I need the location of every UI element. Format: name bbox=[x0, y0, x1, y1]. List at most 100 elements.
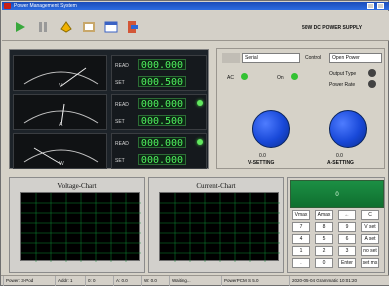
ac-led-indicator bbox=[241, 73, 248, 80]
current-gauge: A bbox=[13, 94, 107, 130]
key-clear[interactable]: C bbox=[361, 210, 379, 220]
key-noset[interactable]: no set bbox=[361, 246, 379, 256]
key-backspace[interactable]: ← bbox=[338, 210, 356, 220]
set-label: SET bbox=[115, 80, 125, 86]
key-0[interactable]: 0 bbox=[315, 258, 333, 268]
key-vset[interactable]: V set bbox=[361, 222, 379, 232]
key-vmax[interactable]: Vmax bbox=[292, 210, 310, 220]
key-aset[interactable]: A set bbox=[361, 234, 379, 244]
power-meter-row: W READ 000.000 SET 000.000 bbox=[13, 133, 207, 169]
voltage-unit-label: V bbox=[59, 83, 63, 89]
key-2[interactable]: 2 bbox=[315, 246, 333, 256]
toolbar: 50W DC POWER SUPPLY bbox=[2, 11, 389, 41]
key-7[interactable]: 7 bbox=[292, 222, 310, 232]
key-1[interactable]: 1 bbox=[292, 246, 310, 256]
read-label: READ bbox=[115, 102, 129, 108]
ac-led-label: AC bbox=[227, 75, 234, 81]
power-read-value: 000.000 bbox=[138, 137, 186, 149]
title-bar: Power Management System bbox=[2, 2, 389, 10]
product-label: 50W DC POWER SUPPLY bbox=[302, 25, 363, 31]
voltage-gauge: V bbox=[13, 55, 107, 91]
window-icon bbox=[104, 21, 118, 33]
mode-select[interactable]: Serial bbox=[242, 53, 300, 63]
minimize-icon[interactable] bbox=[367, 3, 374, 9]
key-6[interactable]: 6 bbox=[338, 234, 356, 244]
status-bar: Power: 3-Pod Addr: 1 0: 0 A: 0.0 W: 0.0 … bbox=[1, 275, 389, 286]
status-zero: 0: 0 bbox=[85, 276, 111, 286]
key-9[interactable]: 9 bbox=[338, 222, 356, 232]
key-8[interactable]: 8 bbox=[315, 222, 333, 232]
play-icon bbox=[16, 22, 25, 32]
connect-button[interactable] bbox=[56, 17, 76, 37]
voltage-set-value: 000.500 bbox=[138, 76, 186, 88]
voltage-chart-panel: Voltage-Chart bbox=[9, 177, 145, 273]
current-readbox: READ 000.000 SET 000.500 bbox=[111, 94, 207, 130]
voltage-knob[interactable] bbox=[252, 110, 290, 148]
power-readbox: READ 000.000 SET 000.000 bbox=[111, 133, 207, 169]
current-chart-title: Current-Chart bbox=[196, 182, 236, 190]
power-rate-label: Power Rate bbox=[329, 82, 356, 88]
power-unit-label: W bbox=[59, 161, 64, 167]
current-knob[interactable] bbox=[329, 110, 367, 148]
output-type-label: Output Type bbox=[329, 71, 357, 77]
status-version: PowerPCM S 5.0 bbox=[221, 276, 287, 286]
window-title: Power Management System bbox=[14, 3, 77, 9]
keypad-display: 0 bbox=[290, 180, 384, 208]
close-icon[interactable] bbox=[377, 3, 384, 9]
key-3[interactable]: 3 bbox=[338, 246, 356, 256]
current-status-led bbox=[197, 100, 203, 106]
output-type-toggle[interactable] bbox=[368, 69, 376, 77]
power-rate-toggle[interactable] bbox=[368, 80, 376, 88]
current-read-value: 000.000 bbox=[138, 98, 186, 110]
status-address: Addr: 1 bbox=[55, 276, 83, 286]
app-window: Power Management System 50W DC POWER SUP… bbox=[0, 0, 389, 286]
status-current: A: 0.0 bbox=[113, 276, 139, 286]
status-datetime: 2020-05-04 Grammatic 10:01:20 bbox=[289, 276, 388, 286]
key-dot[interactable]: . bbox=[292, 258, 310, 268]
current-chart-plot bbox=[159, 192, 280, 262]
power-status-led bbox=[197, 139, 203, 145]
current-set-value: 000.500 bbox=[138, 115, 186, 127]
status-wait: Waiting... bbox=[169, 276, 219, 286]
control-panel: Serial Control Open Power AC On Output T… bbox=[216, 48, 385, 169]
current-knob-value: 0.0 bbox=[336, 153, 343, 159]
control-label: Control bbox=[305, 55, 322, 61]
current-unit-label: A bbox=[59, 122, 63, 128]
exit-button[interactable] bbox=[123, 17, 143, 37]
current-meter-row: A READ 000.000 SET 000.500 bbox=[13, 94, 207, 130]
voltage-chart-plot bbox=[20, 192, 141, 262]
settings-button[interactable] bbox=[79, 17, 99, 37]
key-5[interactable]: 5 bbox=[315, 234, 333, 244]
pause-icon bbox=[39, 22, 47, 32]
play-button[interactable] bbox=[10, 17, 30, 37]
power-set-value: 000.000 bbox=[138, 154, 186, 166]
mode-icon bbox=[222, 53, 240, 63]
current-chart-panel: Current-Chart bbox=[148, 177, 284, 273]
v-setting-label: V-SETTING bbox=[248, 160, 275, 166]
voltage-chart-title: Voltage-Chart bbox=[57, 182, 97, 190]
numeric-keypad: 0 Vmax Amax ← C 7 8 9 V set 4 5 6 A set … bbox=[287, 177, 385, 273]
voltage-meter-row: V READ 000.000 SET 000.500 bbox=[13, 55, 207, 91]
key-setms[interactable]: set ms bbox=[361, 258, 379, 268]
app-logo-icon bbox=[4, 3, 11, 9]
pause-button[interactable] bbox=[33, 17, 53, 37]
key-4[interactable]: 4 bbox=[292, 234, 310, 244]
voltage-read-value: 000.000 bbox=[138, 59, 186, 71]
on-led-label: On bbox=[277, 75, 284, 81]
status-watt: W: 0.0 bbox=[141, 276, 167, 286]
window-button[interactable] bbox=[101, 17, 121, 37]
control-select[interactable]: Open Power bbox=[329, 53, 382, 63]
key-amax[interactable]: Amax bbox=[315, 210, 333, 220]
set-label: SET bbox=[115, 119, 125, 125]
read-label: READ bbox=[115, 63, 129, 69]
set-label: SET bbox=[115, 158, 125, 164]
read-label: READ bbox=[115, 141, 129, 147]
on-led-indicator bbox=[291, 73, 298, 80]
a-setting-label: A-SETTING bbox=[327, 160, 354, 166]
settings-icon bbox=[83, 22, 95, 32]
power-gauge: W bbox=[13, 133, 107, 169]
exit-icon bbox=[128, 21, 138, 33]
key-enter[interactable]: Enter bbox=[338, 258, 356, 268]
voltage-readbox: READ 000.000 SET 000.500 bbox=[111, 55, 207, 91]
status-power: Power: 3-Pod bbox=[3, 276, 53, 286]
